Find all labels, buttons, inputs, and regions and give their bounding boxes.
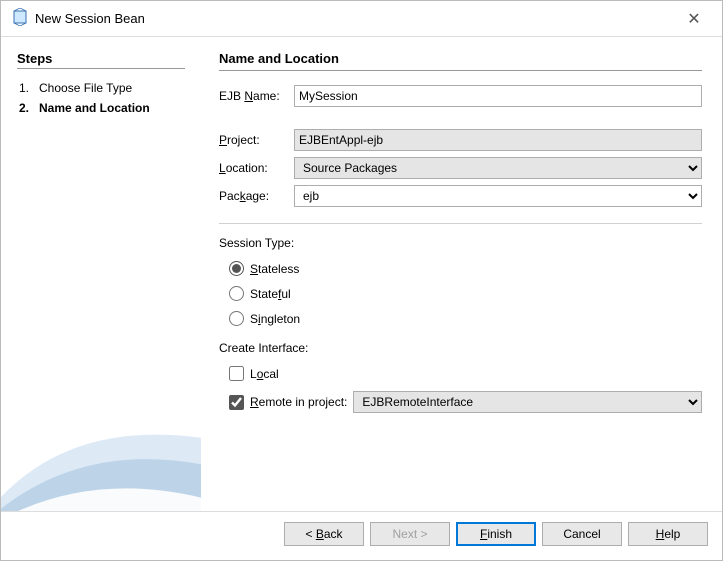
remote-checkbox[interactable]: [229, 395, 244, 410]
cancel-button[interactable]: Cancel: [542, 522, 622, 546]
new-session-bean-dialog: New Session Bean ✕ Steps 1. Choose File …: [0, 0, 723, 561]
stateless-radio[interactable]: [229, 261, 244, 276]
remote-project-select[interactable]: EJBRemoteInterface: [353, 391, 702, 413]
location-label: Location:: [219, 161, 294, 175]
next-button: Next >: [370, 522, 450, 546]
step-item: 2. Name and Location: [19, 99, 185, 117]
back-button[interactable]: < Back: [284, 522, 364, 546]
content-heading: Name and Location: [219, 51, 702, 66]
local-checkbox[interactable]: [229, 366, 244, 381]
content-panel: Name and Location EJB Name: Project: Loc…: [201, 37, 722, 511]
location-select[interactable]: Source Packages: [294, 157, 702, 179]
decorative-swoosh: [1, 311, 201, 511]
remote-checkbox-row: Remote in project: EJBRemoteInterface: [229, 391, 702, 413]
create-interface-label: Create Interface:: [219, 341, 702, 355]
divider: [219, 70, 702, 71]
remote-label: Remote in project:: [250, 395, 347, 409]
divider: [219, 223, 702, 224]
ejb-name-row: EJB Name:: [219, 85, 702, 107]
radio-stateless[interactable]: Stateless: [229, 261, 702, 276]
steps-sidebar: Steps 1. Choose File Type 2. Name and Lo…: [1, 37, 201, 511]
session-type-label: Session Type:: [219, 236, 702, 250]
ejb-name-input[interactable]: [294, 85, 702, 107]
package-row: Package: ejb: [219, 185, 702, 207]
radio-stateful[interactable]: Stateful: [229, 286, 702, 301]
title-bar: New Session Bean ✕: [1, 1, 722, 37]
project-input: [294, 129, 702, 151]
project-row: Project:: [219, 129, 702, 151]
ejb-name-label: EJB Name:: [219, 89, 294, 103]
divider: [17, 68, 185, 69]
location-row: Location: Source Packages: [219, 157, 702, 179]
button-bar: < Back Next > Finish Cancel Help: [1, 511, 722, 560]
package-label: Package:: [219, 189, 294, 203]
step-item: 1. Choose File Type: [19, 79, 185, 97]
stateful-radio[interactable]: [229, 286, 244, 301]
radio-singleton[interactable]: Singleton: [229, 311, 702, 326]
project-label: Project:: [219, 133, 294, 147]
close-icon[interactable]: ✕: [676, 9, 712, 29]
help-button[interactable]: Help: [628, 522, 708, 546]
package-select[interactable]: ejb: [294, 185, 702, 207]
steps-heading: Steps: [17, 51, 185, 66]
singleton-radio[interactable]: [229, 311, 244, 326]
dialog-title: New Session Bean: [29, 11, 676, 26]
finish-button[interactable]: Finish: [456, 522, 536, 546]
local-checkbox-row[interactable]: Local: [229, 366, 702, 381]
steps-list: 1. Choose File Type 2. Name and Location: [17, 79, 185, 117]
dialog-body: Steps 1. Choose File Type 2. Name and Lo…: [1, 37, 722, 511]
bean-icon: [11, 8, 29, 29]
